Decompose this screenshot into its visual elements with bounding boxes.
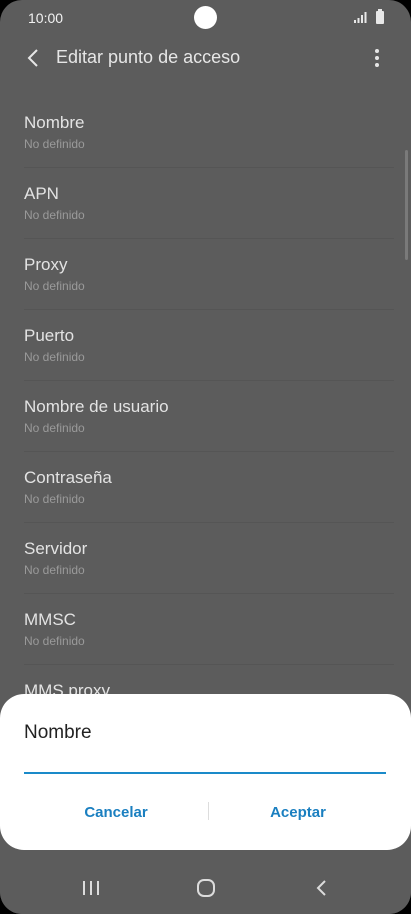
list-item-value: No definido xyxy=(24,137,85,151)
scrollbar[interactable] xyxy=(405,150,408,260)
apn-settings-list: Nombre No definido APN No definido Proxy… xyxy=(0,97,411,697)
list-item-nombre-de-usuario[interactable]: Nombre de usuario No definido xyxy=(24,381,394,452)
page-title: Editar punto de acceso xyxy=(56,47,241,67)
dialog-title: Nombre xyxy=(24,722,92,743)
signal-icon xyxy=(354,12,367,23)
recents-icon[interactable] xyxy=(77,874,105,902)
accept-button[interactable]: Aceptar xyxy=(212,794,384,830)
app-bar: Editar punto de acceso xyxy=(0,36,411,92)
list-item-value: No definido xyxy=(24,634,85,648)
list-item-value: No definido xyxy=(24,279,85,293)
phone-screen: 10:00 Editar punto de acceso Nombre No d… xyxy=(0,0,411,914)
name-input[interactable] xyxy=(24,746,386,774)
list-item-value: No definido xyxy=(24,208,85,222)
list-item-label: APN xyxy=(24,184,59,203)
list-item-value: No definido xyxy=(24,563,85,577)
home-icon[interactable] xyxy=(192,874,220,902)
back-arrow-icon[interactable] xyxy=(22,46,46,70)
list-item-label: Nombre xyxy=(24,113,85,132)
list-item-label: MMSC xyxy=(24,610,76,629)
list-item-apn[interactable]: APN No definido xyxy=(24,168,394,239)
dialog-buttons: Cancelar Aceptar xyxy=(0,794,411,830)
list-item-contrasena[interactable]: Contraseña No definido xyxy=(24,452,394,523)
status-time: 10:00 xyxy=(28,10,64,26)
front-camera xyxy=(194,6,217,29)
navigation-bar xyxy=(0,860,411,914)
list-item-label: Contraseña xyxy=(24,468,112,487)
cancel-button[interactable]: Cancelar xyxy=(30,794,202,830)
list-item-nombre[interactable]: Nombre No definido xyxy=(24,97,394,168)
list-item-label: Nombre de usuario xyxy=(24,397,169,416)
list-item-label: Proxy xyxy=(24,255,68,274)
list-item-proxy[interactable]: Proxy No definido xyxy=(24,239,394,310)
status-bar: 10:00 xyxy=(0,0,411,36)
list-item-label: Servidor xyxy=(24,539,88,558)
list-item-value: No definido xyxy=(24,492,85,506)
nav-back-icon[interactable] xyxy=(307,874,335,902)
more-vert-icon[interactable] xyxy=(365,46,389,70)
list-item-label: Puerto xyxy=(24,326,75,345)
button-divider xyxy=(208,802,209,820)
battery-icon xyxy=(376,9,384,24)
list-item-mms-proxy[interactable]: MMS proxy xyxy=(24,665,394,697)
list-item-servidor[interactable]: Servidor No definido xyxy=(24,523,394,594)
list-item-value: No definido xyxy=(24,421,85,435)
list-item-puerto[interactable]: Puerto No definido xyxy=(24,310,394,381)
list-item-mmsc[interactable]: MMSC No definido xyxy=(24,594,394,665)
list-item-value: No definido xyxy=(24,350,85,364)
